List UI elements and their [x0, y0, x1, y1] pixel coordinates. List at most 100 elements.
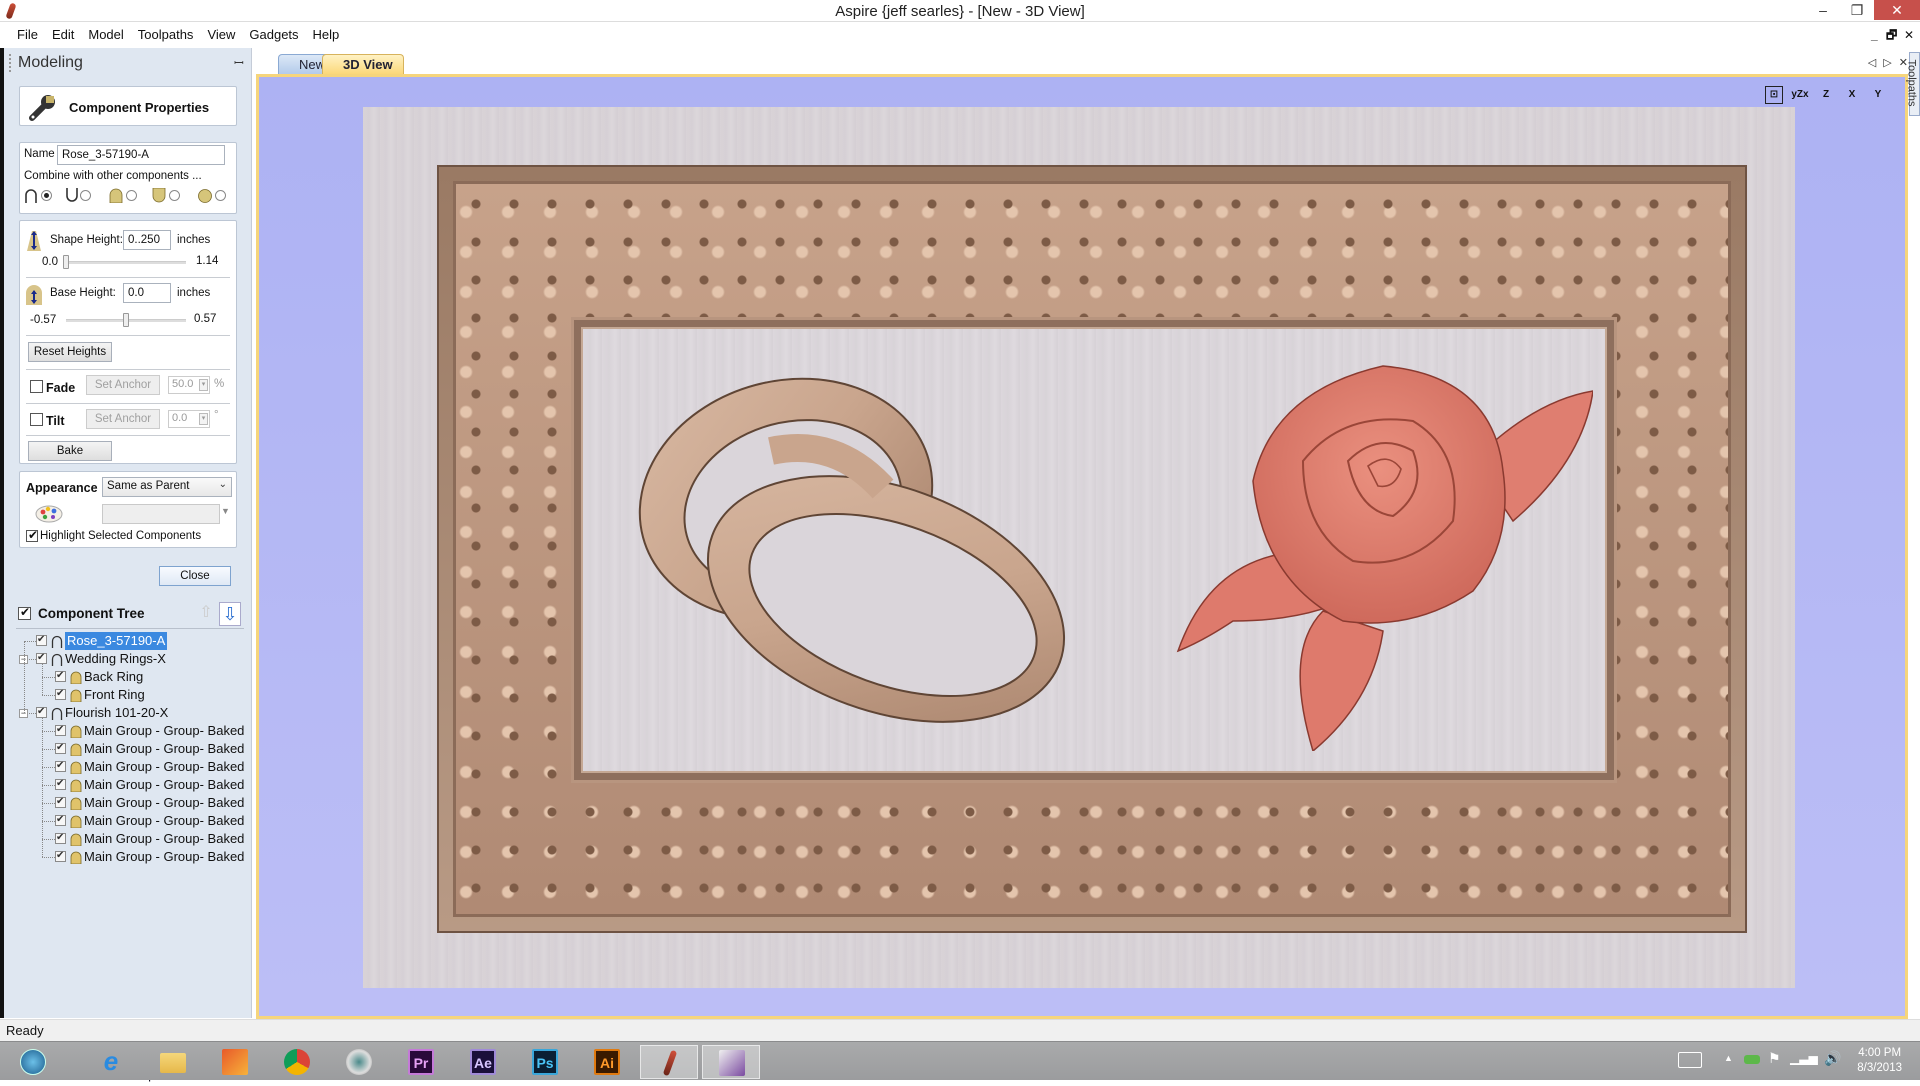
combine-subtract-radio[interactable] — [80, 190, 91, 201]
base-height-slider-thumb[interactable] — [123, 313, 129, 327]
flag-icon[interactable]: ⚑ — [1768, 1050, 1781, 1067]
menu-gadgets[interactable]: Gadgets — [242, 22, 305, 48]
tree-item[interactable]: Main Group - Group- Baked — [0, 794, 252, 812]
bake-button[interactable]: Bake — [28, 441, 112, 461]
tree-item[interactable]: −Wedding Rings-X — [0, 650, 252, 668]
prev-tab-icon[interactable]: ◁ — [1868, 57, 1876, 69]
tree-item[interactable]: Main Group - Group- Baked — [0, 758, 252, 776]
menu-file[interactable]: File — [10, 22, 45, 48]
wedding-rings-model[interactable] — [621, 359, 1081, 739]
view-x-icon[interactable]: X — [1839, 85, 1865, 105]
taskbar-after-effects[interactable]: Ae — [454, 1045, 512, 1079]
spinner-arrow-icon[interactable]: ▾ — [199, 413, 208, 425]
move-up-arrow-icon[interactable]: ⇧ — [196, 604, 216, 624]
fade-checkbox[interactable] — [30, 380, 43, 393]
tree-item-checkbox[interactable] — [55, 778, 66, 790]
fade-set-anchor-button[interactable]: Set Anchor — [86, 375, 160, 395]
taskbar-recorder[interactable] — [702, 1045, 760, 1079]
network-icon[interactable]: ▁▃▅ — [1790, 1051, 1818, 1065]
tree-item[interactable]: Rose_3-57190-A — [0, 632, 252, 650]
combine-low-radio[interactable] — [169, 190, 180, 201]
ornate-frame[interactable] — [437, 165, 1747, 933]
tilt-checkbox[interactable] — [30, 413, 43, 426]
menu-help[interactable]: Help — [306, 22, 347, 48]
combine-multiply-radio[interactable] — [215, 190, 226, 201]
clock[interactable]: 4:00 PM 8/3/2013 — [1857, 1046, 1902, 1076]
tree-item-checkbox[interactable] — [36, 652, 47, 664]
tree-item[interactable]: Main Group - Group- Baked — [0, 812, 252, 830]
tree-item[interactable]: Main Group - Group- Baked — [0, 776, 252, 794]
move-down-arrow-icon[interactable]: ⇩ — [219, 602, 241, 626]
show-hidden-icons[interactable]: ▲ — [1724, 1053, 1733, 1063]
keyboard-icon[interactable] — [1678, 1052, 1702, 1068]
tree-item-checkbox[interactable] — [55, 796, 66, 808]
tree-item-checkbox[interactable] — [55, 850, 66, 862]
view-y-icon[interactable]: Y — [1865, 85, 1891, 105]
tree-item-checkbox[interactable] — [55, 832, 66, 844]
shape-height-slider[interactable] — [66, 261, 186, 264]
next-tab-icon[interactable]: ▷ — [1883, 57, 1891, 69]
iso-view-icon[interactable]: yZx — [1787, 85, 1813, 105]
tree-item-checkbox[interactable] — [55, 670, 66, 682]
volume-icon[interactable]: 🔊 — [1824, 1050, 1841, 1067]
nvidia-icon[interactable] — [1744, 1055, 1760, 1064]
shape-height-slider-thumb[interactable] — [63, 255, 69, 269]
tilt-set-anchor-button[interactable]: Set Anchor — [86, 409, 160, 429]
view-z-icon[interactable]: Z — [1813, 85, 1839, 105]
menu-view[interactable]: View — [200, 22, 242, 48]
mdi-restore-button[interactable]: 🗗 — [1885, 26, 1899, 47]
fade-value-spinner[interactable]: 50.0 ▾ — [168, 376, 210, 394]
toolpaths-side-tab[interactable]: Toolpaths — [1906, 52, 1920, 116]
tilt-value-spinner[interactable]: 0.0 ▾ — [168, 410, 210, 428]
taskbar-photoshop[interactable]: Ps — [516, 1045, 574, 1079]
reset-heights-button[interactable]: Reset Heights — [28, 342, 112, 362]
pin-icon[interactable]: ꟷ — [234, 54, 244, 71]
material-dropdown-arrow-icon[interactable]: ▼ — [221, 506, 230, 516]
menu-edit[interactable]: Edit — [45, 22, 81, 48]
tree-item[interactable]: Main Group - Group- Baked — [0, 830, 252, 848]
base-height-input[interactable] — [123, 283, 171, 303]
shape-height-input[interactable] — [123, 230, 171, 250]
mdi-minimize-button[interactable]: _ — [1867, 28, 1881, 42]
material-select[interactable] — [102, 504, 220, 524]
3d-viewport[interactable]: ⊡ yZx Z X Y — [256, 74, 1908, 1019]
taskbar-chrome[interactable] — [268, 1045, 326, 1079]
start-button[interactable] — [4, 1045, 62, 1079]
menu-model[interactable]: Model — [81, 22, 130, 48]
tree-item[interactable]: Main Group - Group- Baked — [0, 740, 252, 758]
rose-model[interactable] — [1173, 351, 1593, 751]
appearance-select[interactable]: Same as Parent ⌄ — [102, 477, 232, 497]
taskbar-ie[interactable]: e — [82, 1045, 140, 1079]
mdi-close-button[interactable]: ✕ — [1902, 28, 1916, 42]
maximize-button[interactable]: ❐ — [1840, 0, 1874, 20]
taskbar-photos[interactable] — [206, 1045, 264, 1079]
tree-item[interactable]: Back Ring — [0, 668, 252, 686]
component-tree-checkbox[interactable] — [18, 605, 31, 620]
tree-item-checkbox[interactable] — [55, 742, 66, 754]
taskbar-premiere[interactable]: Pr — [392, 1045, 450, 1079]
tree-item[interactable]: −Flourish 101-20-X — [0, 704, 252, 722]
combine-merge-radio[interactable] — [126, 190, 137, 201]
tree-item[interactable]: Main Group - Group- Baked — [0, 848, 252, 866]
tree-item-checkbox[interactable] — [55, 688, 66, 700]
tree-item-checkbox[interactable] — [55, 760, 66, 772]
taskbar-webcam[interactable] — [330, 1045, 388, 1079]
close-button[interactable]: Close — [159, 566, 231, 586]
tree-item-checkbox[interactable] — [55, 814, 66, 826]
menu-toolpaths[interactable]: Toolpaths — [131, 22, 201, 48]
taskbar-illustrator[interactable]: Ai — [578, 1045, 636, 1079]
taskbar-explorer[interactable] — [144, 1045, 202, 1079]
taskbar-aspire[interactable] — [640, 1045, 698, 1079]
close-window-button[interactable]: ✕ — [1874, 0, 1920, 20]
tree-item[interactable]: Main Group - Group- Baked — [0, 722, 252, 740]
combine-add-radio[interactable] — [41, 190, 52, 201]
tab-3d-view[interactable]: 3D View — [322, 54, 404, 74]
minimize-button[interactable]: – — [1806, 0, 1840, 20]
tree-item-checkbox[interactable] — [36, 634, 47, 646]
tree-item[interactable]: Front Ring — [0, 686, 252, 704]
zoom-extents-icon[interactable]: ⊡ — [1765, 86, 1783, 104]
tree-item-checkbox[interactable] — [36, 706, 47, 718]
tree-item-checkbox[interactable] — [55, 724, 66, 736]
spinner-arrow-icon[interactable]: ▾ — [199, 379, 208, 391]
highlight-selected-checkbox[interactable] — [26, 528, 38, 542]
